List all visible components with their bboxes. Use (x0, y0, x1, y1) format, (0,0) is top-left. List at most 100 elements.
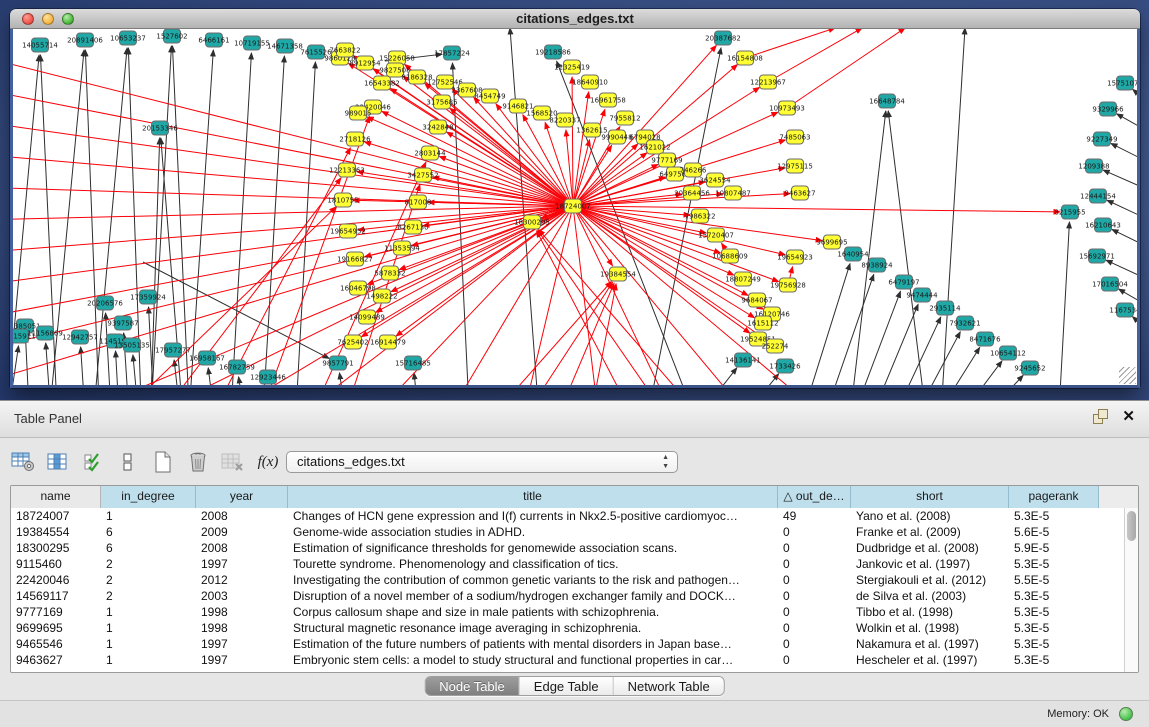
cell-short[interactable]: Stergiakouli et al. (2012) (851, 572, 1009, 588)
network-node[interactable]: 19218586 (535, 45, 571, 59)
network-node[interactable]: 2935114 (929, 301, 961, 315)
table-row[interactable]: 977716911998Corpus callosum shape and si… (11, 604, 1124, 620)
cell-title[interactable]: Investigating the contribution of common… (288, 572, 778, 588)
network-node[interactable]: 17857224 (434, 46, 470, 60)
memory-ok-indicator[interactable] (1119, 707, 1133, 721)
network-node[interactable]: 10653237 (110, 31, 146, 45)
network-node[interactable]: 19654923 (777, 250, 813, 264)
network-node[interactable]: 7955812 (609, 111, 640, 125)
cell-year[interactable]: 1998 (196, 604, 288, 620)
cell-name[interactable]: 19384554 (11, 524, 101, 540)
cell-short[interactable]: Yano et al. (2008) (851, 508, 1009, 524)
cell-in_degree[interactable]: 1 (101, 652, 196, 668)
cell-name[interactable]: 9115460 (11, 556, 101, 572)
column-header-pagerank[interactable]: pagerank (1009, 486, 1099, 508)
cell-name[interactable]: 14569117 (11, 588, 101, 604)
network-node[interactable]: 15692971 (1079, 249, 1115, 263)
table-row[interactable]: 2242004622012Investigating the contribut… (11, 572, 1124, 588)
network-node[interactable]: 15751074 (1107, 76, 1137, 90)
network-node[interactable]: 19384554 (600, 267, 636, 281)
window-resize-grip[interactable] (1119, 367, 1136, 384)
cell-out_de[interactable]: 0 (778, 652, 851, 668)
table-row[interactable]: 911546021997Tourette syndrome. Phenomeno… (11, 556, 1124, 572)
column-header-short[interactable]: short (851, 486, 1009, 508)
network-node[interactable]: 9699695 (816, 235, 847, 249)
network-node[interactable]: 10688609 (712, 249, 748, 263)
cell-title[interactable]: Genome-wide association studies in ADHD. (288, 524, 778, 540)
network-node[interactable]: 9857791 (322, 356, 353, 370)
network-node[interactable]: 16210643 (1085, 218, 1121, 232)
delete-table-button[interactable] (185, 449, 211, 475)
close-panel-icon[interactable]: ✕ (1122, 409, 1135, 424)
network-node[interactable]: 17016504 (1092, 277, 1128, 291)
tab-network-table[interactable]: Network Table (614, 677, 724, 695)
network-node[interactable]: 7485063 (779, 130, 810, 144)
cell-in_degree[interactable]: 2 (101, 588, 196, 604)
cell-in_degree[interactable]: 1 (101, 620, 196, 636)
cell-title[interactable]: Disruption of a novel member of a sodium… (288, 588, 778, 604)
cell-pagerank[interactable]: 5.3E-5 (1009, 604, 1099, 620)
cell-short[interactable]: Tibbo et al. (1998) (851, 604, 1009, 620)
network-node[interactable]: 7932621 (949, 316, 980, 330)
cell-in_degree[interactable]: 2 (101, 556, 196, 572)
network-node[interactable]: 10973493 (769, 101, 805, 115)
network-node[interactable]: 20364456 (674, 186, 710, 200)
cell-in_degree[interactable]: 1 (101, 636, 196, 652)
network-node[interactable]: 19654952 (330, 224, 366, 238)
network-node[interactable]: 6479197 (888, 275, 919, 289)
network-node[interactable]: 9245652 (1014, 361, 1045, 375)
table-row[interactable]: 1830029562008Estimation of significance … (11, 540, 1124, 556)
cell-out_de[interactable]: 0 (778, 588, 851, 604)
cell-short[interactable]: Nakamura et al. (1997) (851, 636, 1009, 652)
network-node[interactable]: 817008 (405, 195, 432, 209)
network-node[interactable]: 16543382 (364, 76, 400, 90)
function-builder-button[interactable]: f(x) (255, 449, 281, 475)
network-node[interactable]: 16154808 (727, 51, 763, 65)
network-node[interactable]: 12213967 (750, 75, 786, 89)
table-row[interactable]: 946554611997Estimation of the future num… (11, 636, 1124, 652)
network-node[interactable]: 17359924 (130, 290, 166, 304)
network-node[interactable]: 12325419 (554, 60, 590, 74)
cell-out_de[interactable]: 0 (778, 540, 851, 556)
network-node[interactable]: 16961758 (590, 93, 626, 107)
network-node[interactable]: 14055714 (22, 38, 58, 52)
cell-name[interactable]: 9699695 (11, 620, 101, 636)
network-node[interactable]: 20387682 (705, 31, 741, 45)
cell-name[interactable]: 9777169 (11, 604, 101, 620)
cell-title[interactable]: Corpus callosum shape and size in male p… (288, 604, 778, 620)
network-node[interactable]: 1167534 (1109, 303, 1137, 317)
network-node[interactable]: 1810755 (327, 193, 358, 207)
network-node[interactable]: 8215955 (1054, 205, 1085, 219)
window-titlebar[interactable]: citations_edges.txt (10, 9, 1140, 29)
cell-in_degree[interactable]: 6 (101, 540, 196, 556)
network-node[interactable]: 3242848 (422, 120, 453, 134)
cell-short[interactable]: Dudbridge et al. (2008) (851, 540, 1009, 556)
cell-short[interactable]: de Silva et al. (2003) (851, 588, 1009, 604)
merge-rows-button[interactable] (115, 449, 141, 475)
network-node[interactable]: 1527602 (156, 29, 187, 43)
cell-in_degree[interactable]: 2 (101, 572, 196, 588)
cell-year[interactable]: 2008 (196, 540, 288, 556)
cell-short[interactable]: Wolkin et al. (1998) (851, 620, 1009, 636)
network-node[interactable]: 1733426 (769, 359, 801, 373)
network-node[interactable]: 9329966 (1092, 102, 1124, 116)
cell-short[interactable]: Hescheler et al. (1997) (851, 652, 1009, 668)
cell-name[interactable]: 22420046 (11, 572, 101, 588)
cell-out_de[interactable]: 0 (778, 636, 851, 652)
network-node[interactable]: 10654112 (990, 346, 1026, 360)
scrollbar-thumb[interactable] (1127, 511, 1136, 541)
network-node[interactable]: 7986322 (684, 209, 715, 223)
network-node[interactable]: 3624554 (699, 173, 731, 187)
column-header-name[interactable]: name (11, 486, 101, 508)
cell-year[interactable]: 1997 (196, 652, 288, 668)
network-node[interactable]: 14671358 (267, 39, 303, 53)
network-node[interactable]: 20206576 (87, 296, 123, 310)
network-node[interactable]: 8938924 (861, 258, 893, 272)
tab-edge-table[interactable]: Edge Table (520, 677, 614, 695)
network-node[interactable]: 10719155 (234, 36, 270, 50)
new-table-button[interactable] (150, 449, 176, 475)
cell-year[interactable]: 1998 (196, 620, 288, 636)
cell-short[interactable]: Jankovic et al. (1997) (851, 556, 1009, 572)
cell-pagerank[interactable]: 5.3E-5 (1009, 620, 1099, 636)
network-node[interactable]: 9684067 (741, 293, 772, 307)
